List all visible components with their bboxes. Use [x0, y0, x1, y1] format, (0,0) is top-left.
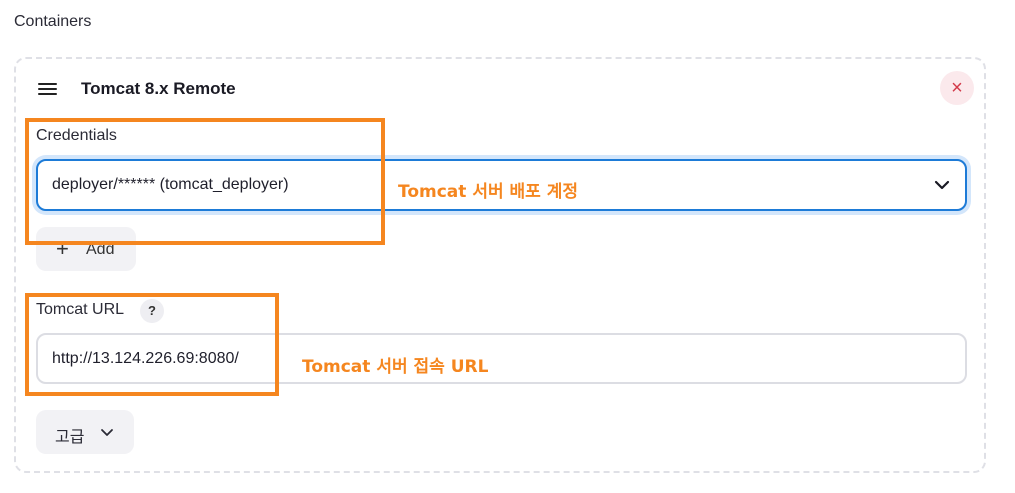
- credentials-selected-value: deployer/****** (tomcat_deployer): [52, 176, 289, 193]
- tomcat-url-input[interactable]: [36, 333, 967, 384]
- plus-icon: +: [56, 236, 69, 261]
- add-button-label: Add: [86, 241, 115, 258]
- container-card: [14, 57, 986, 473]
- chevron-down-icon: [101, 429, 113, 436]
- advanced-button-label: 고급: [55, 427, 85, 446]
- chevron-down-icon: [934, 180, 950, 190]
- tomcat-url-label: Tomcat URL: [36, 301, 125, 318]
- drag-handle-icon[interactable]: [38, 83, 57, 95]
- credentials-label: Credentials: [36, 127, 117, 144]
- remove-container-button[interactable]: ×: [940, 71, 974, 105]
- advanced-button[interactable]: 고급: [36, 410, 134, 454]
- add-credentials-button[interactable]: + Add: [36, 227, 136, 271]
- credentials-annotation: Tomcat 서버 배포 계정: [398, 182, 579, 202]
- url-annotation: Tomcat 서버 접속 URL: [302, 357, 489, 377]
- container-title: Tomcat 8.x Remote: [81, 79, 236, 98]
- section-title: Containers: [14, 13, 92, 30]
- close-icon: ×: [951, 77, 963, 99]
- help-icon[interactable]: ?: [140, 299, 164, 323]
